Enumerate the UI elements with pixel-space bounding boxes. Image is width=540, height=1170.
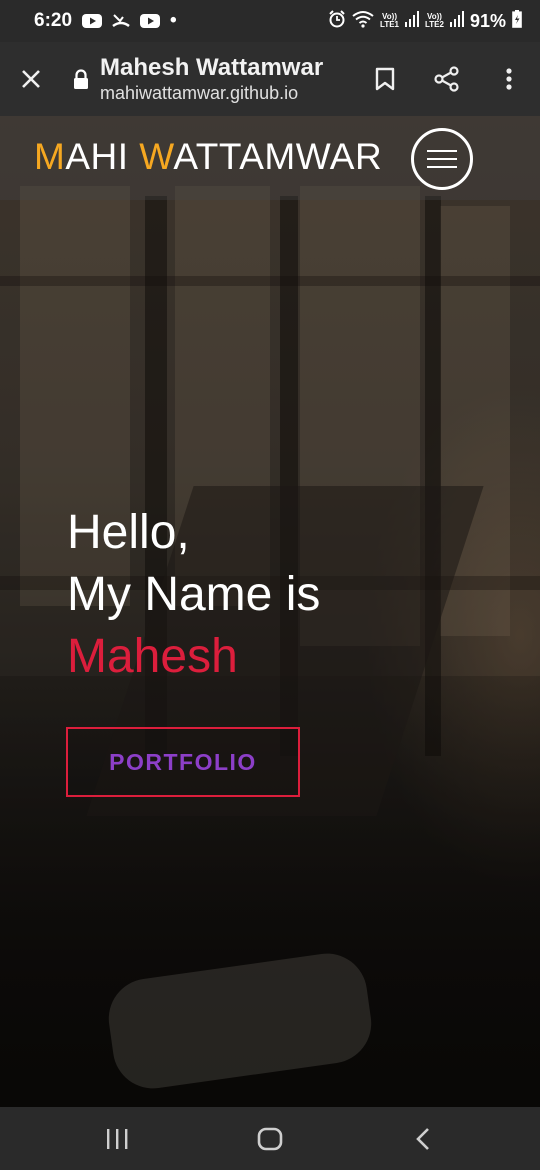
youtube-icon (82, 13, 103, 29)
page-title: Mahesh Wattamwar (100, 54, 324, 81)
page-title-area[interactable]: Mahesh Wattamwar mahiwattamwar.github.io (100, 54, 354, 104)
system-navigation-bar (0, 1107, 540, 1170)
page-url: mahiwattamwar.github.io (100, 83, 299, 103)
sim1-lte: LTE1 (380, 20, 399, 29)
sim1-label: Vo)) LTE1 (380, 13, 399, 29)
greeting-line-1: Hello, (67, 506, 190, 559)
lock-icon (74, 69, 88, 89)
hamburger-line (427, 150, 457, 152)
home-button[interactable] (240, 1119, 300, 1159)
status-bar: 6:20 • Vo)) LTE1 Vo)) LTE2 91% (0, 0, 540, 42)
signal-icon (405, 10, 419, 32)
greeting-name: Mahesh (67, 630, 238, 683)
youtube-icon (140, 13, 161, 29)
hamburger-line (427, 158, 457, 160)
recent-apps-icon (106, 1128, 128, 1149)
site-brand-logo[interactable]: MAHI WATTAMWAR (34, 136, 382, 178)
missed-call-icon (112, 13, 130, 29)
hamburger-menu-button[interactable] (411, 128, 473, 190)
bookmark-button[interactable] (354, 42, 416, 116)
back-button[interactable] (393, 1119, 453, 1159)
hero-section: MAHI WATTAMWAR Hello, My Name is Mahesh … (0, 116, 540, 1107)
home-icon (257, 1127, 283, 1150)
sim2-label: Vo)) LTE2 (425, 13, 444, 29)
status-left: 6:20 • (34, 10, 177, 32)
sim2-lte: LTE2 (425, 20, 444, 29)
brand-initial-w: W (139, 136, 174, 177)
share-icon (434, 66, 459, 92)
brand-initial-m: M (34, 136, 66, 177)
site-navbar: MAHI WATTAMWAR (0, 116, 540, 200)
status-right: Vo)) LTE1 Vo)) LTE2 91% (328, 9, 522, 33)
wifi-icon (352, 10, 374, 33)
close-tab-button[interactable] (0, 42, 62, 116)
portfolio-button[interactable]: PORTFOLIO (66, 727, 300, 797)
brand-first-name: AHI (65, 136, 140, 177)
hero-greeting: Hello, My Name is Mahesh (67, 502, 320, 688)
alarm-icon (328, 9, 346, 33)
share-button[interactable] (416, 42, 478, 116)
more-vertical-icon (506, 68, 512, 90)
close-icon (22, 70, 40, 88)
brand-last-name: ATTAMWAR (173, 136, 383, 177)
more-options-button[interactable] (478, 42, 540, 116)
signal-icon (449, 10, 464, 32)
recent-apps-button[interactable] (87, 1119, 147, 1159)
notification-dot: • (170, 10, 177, 31)
status-time: 6:20 (34, 10, 73, 31)
battery-percent: 91% (469, 10, 506, 31)
bookmark-icon (375, 67, 395, 91)
back-icon (416, 1127, 430, 1150)
site-info-button[interactable] (62, 69, 100, 89)
battery-icon (512, 9, 522, 33)
browser-toolbar: Mahesh Wattamwar mahiwattamwar.github.io (0, 42, 540, 116)
greeting-line-2: My Name is (67, 568, 321, 621)
hamburger-line (427, 166, 457, 168)
